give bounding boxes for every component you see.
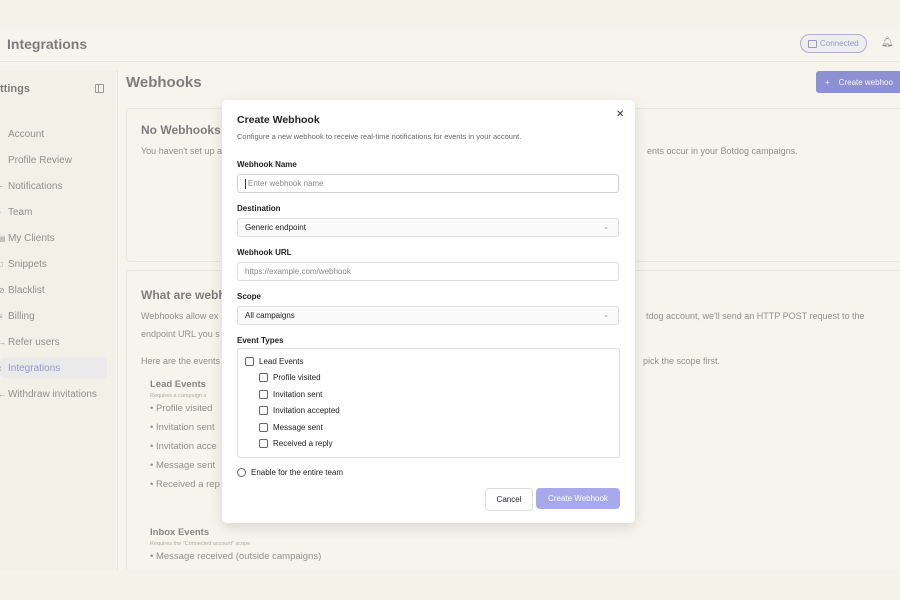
scope-value: All campaigns (245, 311, 295, 320)
event-checkbox[interactable] (259, 373, 268, 382)
scope-label: Scope (237, 292, 262, 301)
webhook-url-input[interactable]: https://example.com/webhook (237, 262, 619, 281)
event-types-box: Lead Events Profile visited Invitation se… (237, 348, 620, 458)
lead-events-checkbox[interactable] (245, 357, 254, 366)
event-types-label: Event Types (237, 336, 284, 345)
webhook-url-placeholder: https://example.com/webhook (245, 267, 351, 276)
event-checkbox[interactable] (259, 439, 268, 448)
cancel-button[interactable]: Cancel (485, 488, 533, 511)
event-checkbox-row[interactable]: Invitation sent (259, 389, 323, 399)
dialog-subtitle: Configure a new webhook to receive real-… (237, 132, 522, 141)
destination-select[interactable]: Generic endpoint ⌄ (237, 218, 619, 237)
event-checkbox-label: Received a reply (273, 439, 333, 448)
destination-label: Destination (237, 204, 281, 213)
event-checkbox[interactable] (259, 406, 268, 415)
webhook-name-placeholder: Enter webhook name (248, 179, 324, 188)
event-checkbox-label: Message sent (273, 422, 323, 432)
destination-value: Generic endpoint (245, 223, 306, 232)
event-checkbox-label: Invitation accepted (273, 406, 340, 415)
lead-events-checkbox-row[interactable]: Lead Events (245, 357, 303, 366)
close-icon[interactable]: ✕ (616, 109, 624, 120)
event-checkbox-row[interactable]: Invitation accepted (259, 406, 340, 415)
dialog-title: Create Webhook (237, 114, 320, 126)
webhook-name-input[interactable]: Enter webhook name (237, 174, 619, 193)
text-caret (245, 178, 246, 189)
event-checkbox-label: Invitation sent (273, 389, 323, 399)
create-webhook-submit-button[interactable]: Create Webhook (536, 488, 620, 509)
webhook-url-label: Webhook URL (237, 248, 292, 257)
event-checkbox-row[interactable]: Message sent (259, 422, 323, 432)
team-checkbox[interactable] (237, 468, 246, 477)
event-checkbox-row[interactable]: Profile visited (259, 373, 321, 382)
chevron-down-icon: ⌄ (603, 224, 609, 231)
webhook-name-label: Webhook Name (237, 160, 297, 169)
team-checkbox-label: Enable for the entire team (251, 468, 344, 477)
event-checkbox[interactable] (259, 389, 268, 399)
lead-events-checkbox-label: Lead Events (259, 357, 304, 366)
event-checkbox-row[interactable]: Received a reply (259, 439, 333, 448)
create-webhook-dialog: Create Webhook Configure a new webhook t… (222, 100, 635, 523)
event-checkbox[interactable] (259, 422, 268, 432)
event-checkbox-label: Profile visited (273, 373, 321, 382)
team-checkbox-row[interactable]: Enable for the entire team (237, 468, 343, 477)
scope-select[interactable]: All campaigns ⌄ (237, 306, 619, 325)
chevron-down-icon: ⌄ (603, 312, 609, 319)
